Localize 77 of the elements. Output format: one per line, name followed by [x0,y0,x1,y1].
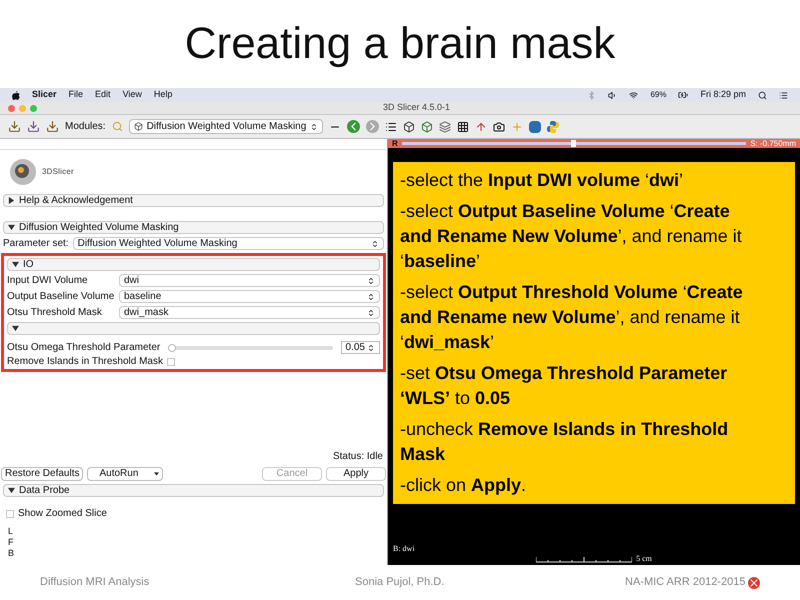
volume-dropdown[interactable]: dwi [119,274,380,287]
footer-text: Sonia Pujol, Ph.D. [355,575,446,590]
slider-track[interactable] [168,346,333,350]
instruction-text: -uncheck Remove Islands in Threshold Mask [400,418,730,466]
menu-item[interactable]: File [68,88,84,102]
instruction-text: -select Output Baseline Volume ‘Create and Rename New Volume’, and rename it ‘baseline’ [400,200,743,273]
wifi-icon[interactable] [629,90,638,100]
field-label: Output Baseline Volume [7,292,115,302]
battery-icon[interactable] [678,90,688,100]
parameter-set-dropdown[interactable]: Diffusion Weighted Volume Masking [72,237,384,250]
slice-slider-track[interactable] [402,142,746,145]
volume-dropdown[interactable]: baseline [119,290,380,303]
parameter-set-label: Parameter set: [3,238,69,248]
list-icon[interactable] [779,90,788,100]
menu-clock: Fri 8:29 pm [700,88,746,102]
field-label: Input DWI Volume [7,276,89,286]
checkbox[interactable] [6,510,14,518]
module-selector[interactable]: Diffusion Weighted Volume Masking [128,119,324,134]
instruction-text: -select Output Threshold Volume ‘Create and Rename new Volume’, and rename it ‘dwi_mask’ [400,281,744,354]
layout-icon[interactable] [457,120,470,132]
collapsible-section-header[interactable]: IO [7,258,380,271]
status-text: Status: Idle [332,450,383,464]
probe-line: L [8,526,14,537]
collapsible-section-header[interactable]: Help & Acknowledgement [3,194,384,207]
spinner-arrows-icon [367,292,375,300]
apple-logo-icon [12,90,20,100]
instruction-text: -set Otsu Omega Threshold Parameter ‘WLS’ to 0.05 [400,362,728,410]
slide-title: Creating a brain mask [184,22,616,66]
dropdown-caret-icon [154,472,160,476]
camera-icon[interactable] [493,120,506,132]
battery-percent: 69% [650,89,666,101]
menu-item[interactable]: Slicer [32,88,57,102]
push-button[interactable]: Apply [326,467,386,481]
collapsible-section-header[interactable]: Diffusion Weighted Volume Masking [3,221,384,234]
forward-icon[interactable] [366,120,380,133]
slice-offset: S: -0.750mm [750,140,796,148]
checkbox[interactable] [167,358,175,366]
slice-letter: R [392,140,398,148]
volume-icon[interactable] [608,90,618,100]
slice-slider-thumb[interactable] [570,140,576,147]
footer-text: NA-MIC ARR 2012-2015 [625,575,746,590]
spinner-arrows-icon [371,240,379,248]
close-window-button[interactable] [8,104,15,112]
field-label: Otsu Threshold Mask [7,308,103,318]
volume-label: B: dwi [393,543,416,555]
menu-item[interactable]: View [122,88,142,102]
search-icon[interactable] [758,90,767,100]
slicer-logo-icon [8,157,38,187]
spinner-arrows-icon [367,344,375,352]
menu-item[interactable]: Edit [95,88,111,102]
scale-label: 5 cm [636,555,652,563]
cube-icon[interactable] [403,120,416,132]
field-label: Otsu Omega Threshold Parameter [7,342,160,352]
spinner-arrows-icon [310,122,318,130]
spinner-arrows-icon [367,276,375,284]
layers-icon[interactable] [439,120,452,132]
close-icon[interactable] [748,576,760,588]
slider-thumb[interactable] [168,344,176,352]
checkbox-label: Show Zoomed Slice [18,507,107,521]
python-logo-icon[interactable] [547,120,560,132]
slicer-logo-text: 3DSlicer [42,166,74,178]
field-label: Remove Islands in Threshold Mask [7,357,163,367]
instruction-text: -select the Input DWI volume ‘dwi’ [400,169,684,192]
probe-line: F [8,537,14,548]
spin-box[interactable]: 0.05 [340,341,380,354]
push-button[interactable]: Restore Defaults [1,467,84,481]
menu-item[interactable]: Help [154,88,172,102]
back-icon[interactable] [347,120,360,133]
window-title: 3D Slicer 4.5.0-1 [382,101,450,114]
split-button[interactable]: AutoRun [87,467,164,481]
volume-dropdown[interactable]: dwi_mask [119,306,380,319]
spinner-arrows-icon [367,308,375,316]
instruction-text: -click on Apply. [400,474,528,497]
probe-line: B [8,548,16,559]
modules-label: Modules: [65,120,106,134]
collapsible-section-header[interactable]: Data Probe [3,484,384,497]
footer-text: Diffusion MRI Analysis [40,575,150,590]
